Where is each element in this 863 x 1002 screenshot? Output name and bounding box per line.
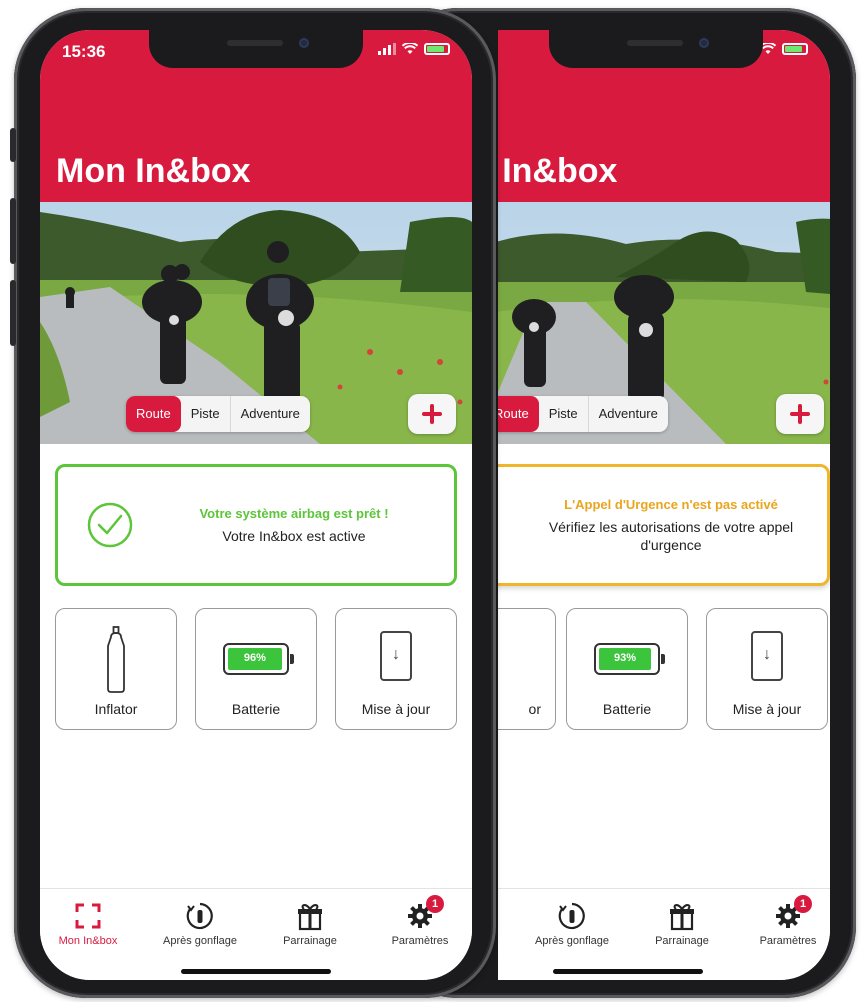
tab-apres-gonflage[interactable]: Après gonflage: [522, 897, 622, 947]
gear-icon: 1: [370, 895, 470, 935]
inflator-tile[interactable]: Inflator: [55, 608, 177, 730]
battery-icon: 96%: [223, 643, 294, 675]
tab-parametres[interactable]: 1 Paramètres: [738, 895, 830, 947]
inflator-label: or: [528, 701, 541, 717]
emergency-call-warning-card[interactable]: L'Appel d'Urgence n'est pas activé Vérif…: [498, 464, 830, 586]
tab-label: Après gonflage: [535, 935, 609, 947]
gift-icon: [260, 897, 360, 935]
battery-tile[interactable]: 93% Batterie: [566, 608, 688, 730]
tab-label: Après gonflage: [163, 935, 237, 947]
home-indicator[interactable]: [181, 969, 331, 974]
gas-cylinder-icon: [107, 626, 125, 693]
notch: [549, 30, 763, 68]
battery-tile[interactable]: 96% Batterie: [195, 608, 317, 730]
left-phone-screen: 15:36 Mon In&box Route Piste Adventure V…: [40, 30, 472, 980]
card-subtitle: Votre In&box est active: [222, 527, 366, 544]
update-label: Mise à jour: [732, 701, 802, 717]
add-button[interactable]: [408, 394, 456, 434]
notch: [149, 30, 363, 68]
segment-adventure[interactable]: Adventure: [229, 396, 310, 432]
check-circle-icon: [87, 502, 133, 548]
update-label: Mise à jour: [361, 701, 431, 717]
segment-piste[interactable]: Piste: [181, 396, 230, 432]
tab-label: Paramètres: [391, 935, 449, 947]
inflator-tile[interactable]: or: [498, 608, 556, 730]
tab-mon-inbox[interactable]: Mon In&box: [40, 897, 138, 947]
tab-parrainage[interactable]: Parrainage: [260, 897, 360, 947]
signal-icon: [378, 43, 396, 55]
tab-parrainage[interactable]: Parrainage: [632, 897, 732, 947]
right-phone-screen: n In&box: [498, 30, 830, 980]
tab-label: Parrainage: [283, 935, 337, 947]
inflation-icon: [150, 897, 250, 935]
left-phone: 15:36 Mon In&box Route Piste Adventure V…: [10, 8, 496, 998]
notification-badge: 1: [426, 895, 444, 913]
mute-switch: [10, 128, 16, 162]
volume-up-button: [10, 198, 16, 264]
segment-adventure[interactable]: Adventure: [587, 396, 668, 432]
home-indicator[interactable]: [553, 969, 703, 974]
battery-label: Batterie: [602, 701, 652, 717]
app-title: Mon In&box: [56, 152, 251, 190]
tab-parametres[interactable]: 1 Paramètres: [370, 895, 470, 947]
segment-route[interactable]: Route: [126, 396, 181, 432]
card-title: Votre système airbag est prêt !: [199, 505, 389, 521]
battery-level: 93%: [599, 648, 652, 670]
ride-mode-selector: Route Piste Adventure: [126, 396, 310, 432]
ride-mode-selector: Route Piste Adventure: [498, 396, 668, 432]
inflator-label: Inflator: [94, 701, 138, 717]
tab-label: Mon In&box: [58, 935, 118, 947]
battery-status-icon: [782, 43, 808, 55]
segment-piste[interactable]: Piste: [539, 396, 588, 432]
gift-icon: [632, 897, 732, 935]
status-icons: [378, 43, 450, 55]
tab-bar: Mon In&box Après gonflage Parrainage 1 P…: [40, 888, 472, 980]
card-text: L'Appel d'Urgence n'est pas activé Vérif…: [498, 497, 827, 554]
battery-level: 96%: [228, 648, 282, 670]
tab-label: Paramètres: [759, 935, 817, 947]
tab-bar: Après gonflage Parrainage 1 Paramètres: [498, 888, 830, 980]
update-tile[interactable]: ↓ Mise à jour: [706, 608, 828, 730]
app-title: n In&box: [498, 152, 618, 190]
battery-label: Batterie: [231, 701, 281, 717]
card-subtitle: Vérifiez les autorisations de votre appe…: [548, 518, 794, 553]
inflation-icon: [522, 897, 622, 935]
tab-apres-gonflage[interactable]: Après gonflage: [150, 897, 250, 947]
tab-label: Parrainage: [655, 935, 709, 947]
status-time: 15:36: [62, 42, 106, 61]
card-text: Votre système airbag est prêt ! Votre In…: [134, 506, 454, 545]
download-icon: ↓: [751, 631, 783, 681]
battery-status-icon: [424, 43, 450, 55]
gear-icon: 1: [738, 895, 830, 935]
segment-route[interactable]: Route: [498, 396, 539, 432]
update-tile[interactable]: ↓ Mise à jour: [335, 608, 457, 730]
add-button[interactable]: [776, 394, 824, 434]
volume-down-button: [10, 280, 16, 346]
battery-icon: 93%: [594, 643, 665, 675]
wifi-icon: [402, 43, 418, 55]
notification-badge: 1: [794, 895, 812, 913]
card-title: L'Appel d'Urgence n'est pas activé: [564, 496, 778, 512]
download-icon: ↓: [380, 631, 412, 681]
airbag-ready-card[interactable]: Votre système airbag est prêt ! Votre In…: [55, 464, 457, 586]
scan-frame-icon: [40, 897, 138, 935]
